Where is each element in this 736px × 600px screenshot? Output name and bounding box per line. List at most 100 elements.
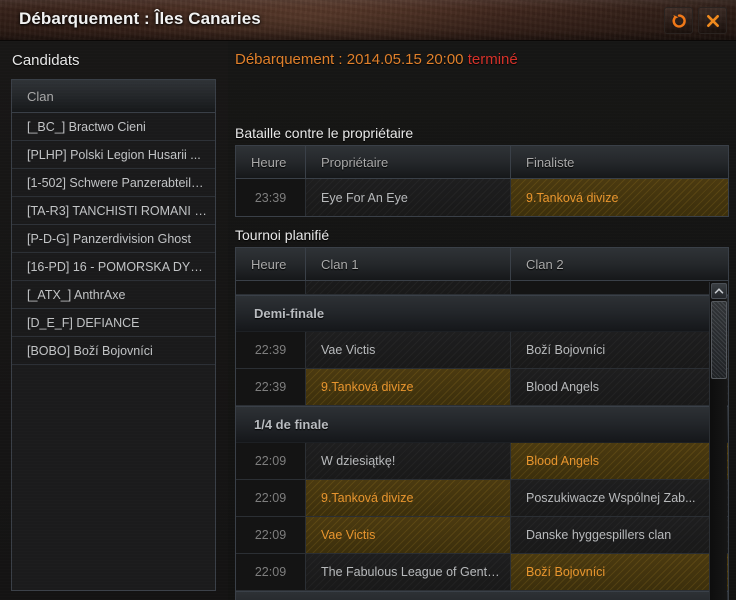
clan-name: [BOBO] Boží Bojovníci: [27, 343, 153, 358]
match-time: 23:09: [236, 281, 306, 294]
tournament-rows-container: Finale23:099.Tanková divize---Demi-final…: [236, 281, 728, 600]
group-header: 1/4 de finale: [236, 406, 728, 443]
close-button[interactable]: [698, 7, 727, 34]
refresh-button[interactable]: [664, 7, 693, 34]
clan-column-header[interactable]: Clan: [12, 80, 215, 113]
list-item[interactable]: [1-502] Schwere Panzerabteilu...: [12, 169, 215, 197]
list-item[interactable]: [BOBO] Boží Bojovníci: [12, 337, 215, 365]
table-row[interactable]: 22:09 9.Tanková divize Poszukiwacze Wspóln…: [236, 480, 728, 517]
clan1-cell[interactable]: 9.Tanková divize: [306, 480, 511, 516]
match-time: 22:09: [236, 443, 306, 479]
clan-name: Eye For An Eye: [321, 190, 408, 205]
list-item[interactable]: [_ATX_] AnthrAxe: [12, 281, 215, 309]
candidates-panel: Candidats Clan [_BC_] Bractwo Cieni [PLHP…: [0, 41, 228, 600]
clan1-cell[interactable]: Vae Victis: [306, 517, 511, 553]
clan-name: 9.Tanková divize: [526, 190, 619, 205]
clan-name: 9.Tanková divize: [321, 491, 414, 505]
list-item[interactable]: [16-PD] 16 - POMORSKA DYW...: [12, 253, 215, 281]
clan-name: [1-502] Schwere Panzerabteilu...: [27, 175, 207, 190]
clan-name: Vae Victis: [321, 528, 376, 542]
owner-table-header: Heure Propriétaire Finaliste: [236, 146, 728, 179]
owner-col-proprietaire[interactable]: Propriétaire: [306, 146, 511, 178]
tour-col-clan2[interactable]: Clan 2: [511, 248, 728, 280]
table-row[interactable]: 23:09 9.Tanková divize ---: [236, 281, 728, 295]
clan-name: The Fabulous League of Gentl...: [321, 565, 500, 579]
clan1-cell[interactable]: W dziesiątkę!: [306, 443, 511, 479]
list-item[interactable]: [D_E_F] DEFIANCE: [12, 309, 215, 337]
clan-name: [_ATX_] AnthrAxe: [27, 287, 126, 302]
list-item[interactable]: [P-D-G] Panzerdivision Ghost: [12, 225, 215, 253]
clan-name: Danske hyggespillers clan: [526, 528, 672, 542]
clan-name: [PLHP] Polski Legion Husarii ...: [27, 147, 201, 162]
tour-col-heure[interactable]: Heure: [236, 248, 306, 280]
clan-name: W dziesiątkę!: [321, 454, 396, 468]
table-row[interactable]: 22:39 9.Tanková divize Blood Angels: [236, 369, 728, 406]
event-title: Débarquement : 2014.05.15 20:00: [235, 51, 464, 68]
match-time: 22:09: [236, 480, 306, 516]
list-item[interactable]: [PLHP] Polski Legion Husarii ...: [12, 141, 215, 169]
clan1-cell[interactable]: Vae Victis: [306, 332, 511, 368]
table-row[interactable]: 22:39 Vae Victis Boží Bojovníci: [236, 332, 728, 369]
clan-name: [16-PD] 16 - POMORSKA DYW...: [27, 259, 207, 274]
clan1-cell[interactable]: 9.Tanková divize: [306, 281, 511, 294]
tournament-scrollbar[interactable]: [709, 282, 727, 600]
group-header: Demi-finale: [236, 295, 728, 332]
clan-name: Poszukiwacze Wspólnej Zab...: [526, 491, 696, 505]
owner-col-heure[interactable]: Heure: [236, 146, 306, 178]
tournament-scroll-viewport: Finale23:099.Tanková divize---Demi-final…: [236, 281, 728, 600]
owner-battle-table: Heure Propriétaire Finaliste 23:39 Eye Fo…: [235, 145, 729, 217]
clan2-cell[interactable]: Danske hyggespillers clan: [511, 517, 728, 553]
table-row[interactable]: 22:09 Vae Victis Danske hyggespillers clan: [236, 517, 728, 554]
table-row[interactable]: 22:09 W dziesiątkę! Blood Angels: [236, 443, 728, 480]
clan1-cell[interactable]: 9.Tanková divize: [306, 369, 511, 405]
clan-name: [D_E_F] DEFIANCE: [27, 315, 140, 330]
match-time: 22:09: [236, 554, 306, 590]
clan-name: [P-D-G] Panzerdivision Ghost: [27, 231, 191, 246]
event-header: Débarquement : 2014.05.15 20:00 terminé: [235, 51, 518, 68]
clan-name: Blood Angels: [526, 380, 599, 394]
details-panel: Débarquement : 2014.05.15 20:00 terminé …: [228, 41, 736, 600]
owner-battle-title: Bataille contre le propriétaire: [235, 125, 414, 141]
match-time: 22:39: [236, 369, 306, 405]
landing-tournament-window: Débarquement : Îles Canaries Candidats C…: [0, 0, 736, 600]
clan2-cell[interactable]: Blood Angels: [511, 443, 728, 479]
clan2-cell[interactable]: ---: [511, 281, 728, 294]
match-time: 22:09: [236, 517, 306, 553]
scroll-up-button[interactable]: [711, 283, 727, 299]
clan-name: ---: [526, 281, 718, 283]
scroll-thumb[interactable]: [711, 301, 727, 379]
clan-name: 9.Tanková divize: [321, 380, 414, 394]
clan-name: 9.Tanková divize: [321, 281, 500, 283]
clan2-cell[interactable]: Boží Bojovníci: [511, 554, 728, 590]
clan-name: Boží Bojovníci: [526, 565, 606, 579]
event-status-badge: terminé: [467, 51, 518, 68]
clan-name: Vae Victis: [321, 343, 376, 357]
clan1-cell[interactable]: Eye For An Eye: [306, 179, 511, 216]
chevron-up-icon: [714, 288, 724, 294]
tour-col-clan1[interactable]: Clan 1: [306, 248, 511, 280]
clan1-cell[interactable]: The Fabulous League of Gentl...: [306, 554, 511, 590]
clan-name: [_BC_] Bractwo Cieni: [27, 119, 146, 134]
candidates-list[interactable]: Clan [_BC_] Bractwo Cieni [PLHP] Polski L…: [11, 79, 216, 591]
clan-name: Boží Bojovníci: [526, 343, 606, 357]
list-item[interactable]: [_BC_] Bractwo Cieni: [12, 113, 215, 141]
clan2-cell[interactable]: Blood Angels: [511, 369, 728, 405]
match-time: 22:39: [236, 332, 306, 368]
window-title: Débarquement : Îles Canaries: [19, 9, 261, 28]
refresh-icon: [672, 13, 686, 28]
close-icon: [706, 14, 719, 27]
title-bar: Débarquement : Îles Canaries: [0, 0, 736, 41]
table-row[interactable]: 22:09 The Fabulous League of Gentl... Boží…: [236, 554, 728, 591]
tournament-table: Heure Clan 1 Clan 2 Finale23:099.Tanková…: [235, 247, 729, 600]
tournament-table-header: Heure Clan 1 Clan 2: [236, 248, 728, 281]
clan2-cell[interactable]: Poszukiwacze Wspólnej Zab...: [511, 480, 728, 516]
owner-col-finaliste[interactable]: Finaliste: [511, 146, 728, 178]
clan-name: Blood Angels: [526, 454, 599, 468]
table-row[interactable]: 23:39 Eye For An Eye 9.Tanková divize: [236, 179, 728, 216]
candidates-title: Candidats: [12, 52, 80, 69]
clan2-cell[interactable]: Boží Bojovníci: [511, 332, 728, 368]
list-item[interactable]: [TA-R3] TANCHISTI ROMANI D...: [12, 197, 215, 225]
clan2-cell[interactable]: 9.Tanková divize: [511, 179, 728, 216]
group-header: 1/8ème de finale: [236, 591, 728, 600]
clan-name: [TA-R3] TANCHISTI ROMANI D...: [27, 203, 207, 218]
